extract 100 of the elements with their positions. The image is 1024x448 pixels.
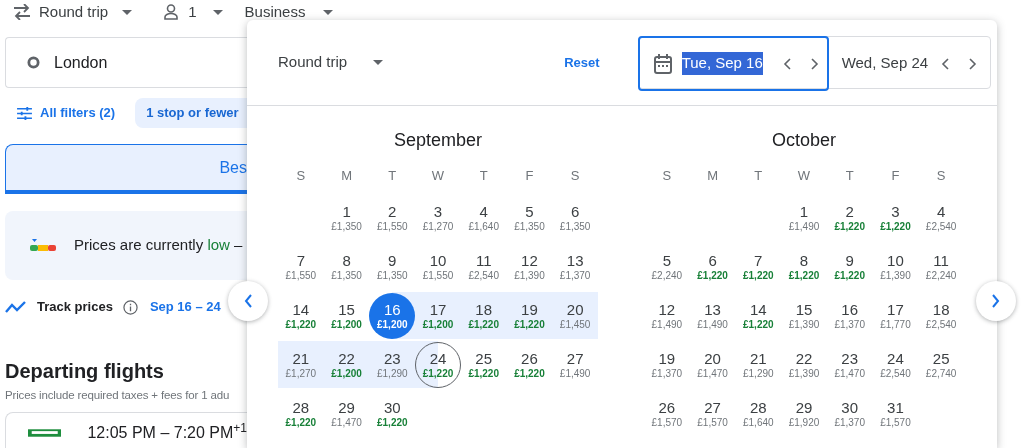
next-date-icon[interactable] [969, 57, 978, 70]
previous-date-icon[interactable] [941, 57, 950, 70]
calendar-day[interactable]: 4 £2,540 [918, 194, 964, 241]
calendar-day[interactable]: 25 £2,740 [918, 341, 964, 388]
calendar-day[interactable]: 3 £1,220 [872, 194, 919, 241]
calendar-day[interactable]: 13 £1,370 [552, 243, 598, 290]
calendar-day[interactable]: 14 £1,220 [735, 292, 782, 339]
person-icon [164, 4, 179, 20]
calendar-day[interactable]: 15 £1,390 [781, 292, 827, 339]
section-heading: Departing flights [5, 359, 165, 383]
flight-card[interactable]: 12:05 PM – 7:20 PM$^{+1}$ [5, 412, 247, 448]
calendar-day[interactable]: 4 £1,640 [460, 194, 507, 241]
filter-chip[interactable]: 1 stop or fewer [135, 98, 247, 128]
calendar-day[interactable]: 12 £1,390 [506, 243, 553, 290]
calendar-day[interactable]: 20 £1,470 [689, 341, 736, 388]
calendar-day[interactable]: 12 £1,490 [644, 292, 690, 339]
calendar-day[interactable]: 22 £1,200 [323, 341, 370, 388]
calendar-day[interactable]: 7 £1,220 [735, 243, 782, 290]
flight-times: 12:05 PM – 7:20 PM$^{+1}$ [87, 422, 247, 443]
weekday-label: T [479, 167, 488, 186]
airline-logo-icon [28, 428, 62, 437]
calendar-day[interactable]: 20 £1,450 [552, 292, 598, 339]
weekday-label: S [570, 167, 580, 186]
chevron-left-icon [244, 294, 252, 308]
calendar-day[interactable]: 16 £1,370 [826, 292, 873, 339]
calendar-day[interactable]: 28 £1,640 [735, 390, 782, 437]
circle-icon [27, 56, 40, 69]
calendar-day[interactable]: 17 £1,770 [872, 292, 919, 339]
calendar-day[interactable]: 9 £1,220 [826, 243, 873, 290]
calendar-day[interactable]: 5 £2,240 [644, 243, 690, 290]
return-date-field[interactable]: Wed, Sep 24 [827, 37, 990, 90]
calendar-day[interactable]: 23 £1,290 [369, 341, 416, 388]
weekday-label: T [845, 167, 854, 186]
calendar-day[interactable]: 29 £1,920 [781, 390, 827, 437]
calendar-day[interactable]: 1 £1,350 [323, 194, 370, 241]
calendar-day[interactable]: 16 £1,200 [369, 292, 416, 339]
calendar-day[interactable]: 31 £1,570 [872, 390, 919, 437]
price-insight-text: Prices are currently low – [74, 235, 243, 256]
calendar-day[interactable]: 18 £2,540 [918, 292, 964, 339]
calendar-day[interactable]: 28 £1,220 [278, 390, 324, 437]
calendar-day[interactable]: 15 £1,200 [323, 292, 370, 339]
calendar-day[interactable]: 8 £1,220 [781, 243, 827, 290]
previous-date-icon[interactable] [782, 57, 791, 70]
calendar-day[interactable]: 10 £1,550 [415, 243, 461, 290]
track-prices-label: Track prices [37, 298, 113, 317]
calendar-day[interactable]: 25 £1,220 [460, 341, 507, 388]
section-subtitle: Prices include required taxes + fees for 1 adu [5, 388, 230, 403]
calendar-day[interactable]: 13 £1,490 [689, 292, 736, 339]
next-date-icon[interactable] [810, 57, 819, 70]
swap-arrows-icon [13, 4, 31, 20]
calendar-day[interactable]: 24 £2,540 [872, 341, 919, 388]
calendar-day[interactable]: 6 £1,220 [689, 243, 736, 290]
trip-type-dropdown[interactable]: Round trip [13, 0, 133, 24]
calendar-day[interactable]: 26 £1,570 [644, 390, 690, 437]
calendar-day[interactable]: 3 £1,270 [415, 194, 461, 241]
calendar-day[interactable]: 22 £1,390 [781, 341, 827, 388]
price-level-icon [30, 238, 56, 253]
caret-icon [373, 60, 384, 65]
calendar-day[interactable]: 27 £1,490 [552, 341, 598, 388]
passengers-dropdown[interactable]: 1 [164, 0, 223, 24]
sort-tab[interactable]: Bes [5, 144, 247, 194]
calendar-day[interactable]: 29 £1,470 [323, 390, 370, 437]
caret-icon [212, 9, 223, 15]
calendar-day[interactable]: 19 £1,370 [644, 341, 690, 388]
calendar-day[interactable]: 21 £1,270 [278, 341, 324, 388]
cabin-class-dropdown[interactable]: Business [244, 0, 334, 24]
all-filters-button[interactable]: All filters (2) [5, 103, 116, 123]
trip-type-dropdown[interactable]: Round trip [278, 51, 384, 74]
calendar-day[interactable]: 18 £1,220 [460, 292, 507, 339]
calendar-day[interactable]: 23 £1,470 [826, 341, 873, 388]
calendar-day[interactable]: 14 £1,220 [278, 292, 324, 339]
calendar-day[interactable]: 11 £2,540 [460, 243, 507, 290]
calendar-day[interactable]: 10 £1,390 [872, 243, 919, 290]
sliders-icon [17, 106, 32, 120]
departure-date-field[interactable]: Tue, Sep 16 [637, 36, 829, 91]
calendar-day[interactable]: 8 £1,350 [323, 243, 370, 290]
origin-field[interactable]: London [5, 37, 247, 88]
reset-button[interactable]: Reset [564, 52, 600, 73]
calendar-day[interactable]: 9 £1,350 [369, 243, 416, 290]
info-icon[interactable] [122, 299, 138, 315]
calendar-day[interactable]: 7 £1,550 [278, 243, 324, 290]
calendar-day[interactable]: 19 £1,220 [506, 292, 553, 339]
calendar-day[interactable]: 30 £1,220 [369, 390, 416, 437]
calendar-day[interactable]: 11 £2,240 [918, 243, 964, 290]
weekday-label: S [662, 167, 672, 186]
calendar-day[interactable]: 1 £1,490 [781, 194, 827, 241]
calendar-day[interactable]: 27 £1,570 [689, 390, 736, 437]
weekday-label: W [431, 167, 445, 186]
trend-line-icon [5, 301, 27, 313]
weekday-label: F [525, 167, 534, 186]
calendar-day[interactable]: 26 £1,220 [506, 341, 553, 388]
calendar-day[interactable]: 2 £1,550 [369, 194, 416, 241]
weekday-label: T [754, 167, 763, 186]
calendar-day[interactable]: 2 £1,220 [826, 194, 873, 241]
chevron-right-icon [992, 294, 1000, 308]
calendar-day[interactable]: 5 £1,350 [506, 194, 553, 241]
calendar-day[interactable]: 6 £1,350 [552, 194, 598, 241]
calendar-day[interactable]: 17 £1,200 [415, 292, 461, 339]
calendar-day[interactable]: 21 £1,290 [735, 341, 782, 388]
calendar-day[interactable]: 30 £1,370 [826, 390, 873, 437]
